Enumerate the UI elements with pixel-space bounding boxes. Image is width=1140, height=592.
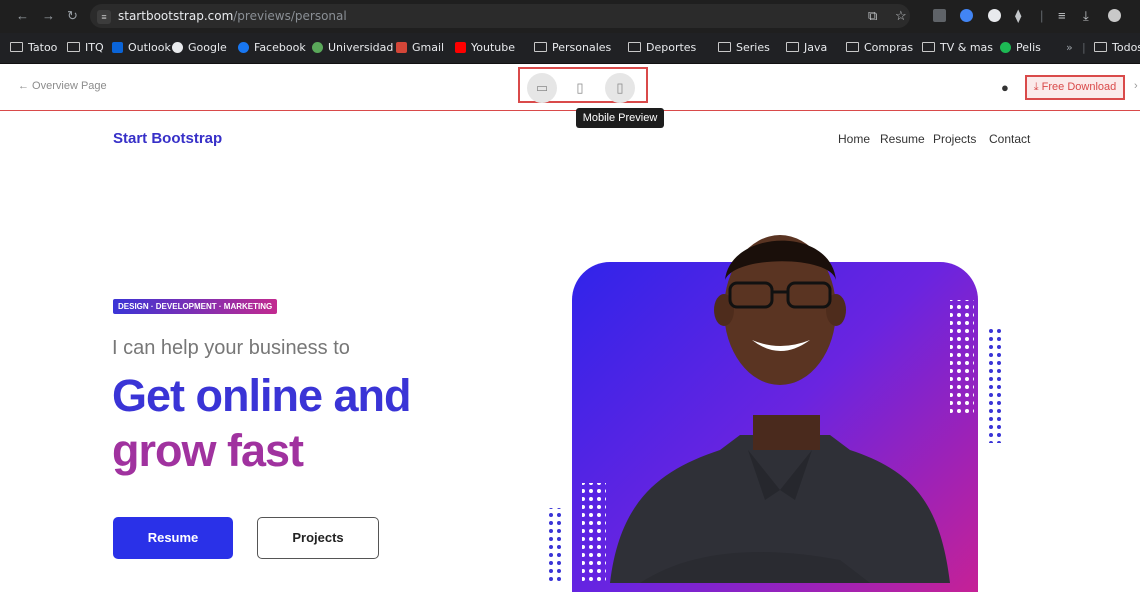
site-info-icon[interactable]: ≡	[97, 10, 111, 24]
dot-pattern	[985, 328, 1001, 443]
tooltip: Mobile Preview	[576, 108, 664, 128]
bookmark-item[interactable]: Compras	[846, 41, 913, 54]
bookmark-item[interactable]: Tatoo	[10, 41, 57, 54]
star-icon[interactable]: ☆	[895, 9, 907, 23]
tablet-icon: ▯	[576, 80, 584, 95]
github-icon[interactable]: ●	[1001, 80, 1009, 95]
url-text[interactable]: startbootstrap.com/previews/personal	[118, 9, 347, 23]
google-icon	[172, 42, 183, 53]
folder-icon	[786, 42, 799, 52]
bookmark-item[interactable]: Java	[786, 41, 827, 54]
resume-button[interactable]: Resume	[113, 517, 233, 559]
mobile-icon: ▯	[616, 80, 624, 95]
folder-icon	[1094, 42, 1107, 52]
folder-icon	[846, 42, 859, 52]
tablet-preview-button[interactable]: ▯	[565, 73, 595, 103]
extension-icon[interactable]	[933, 9, 946, 22]
extension-icon[interactable]	[960, 9, 973, 22]
facebook-icon	[238, 42, 249, 53]
dot-pattern	[582, 483, 606, 583]
nav-contact[interactable]: Contact	[989, 132, 1030, 146]
folder-icon	[628, 42, 641, 52]
separator: |	[1082, 41, 1086, 54]
bookmark-item[interactable]: Deportes	[628, 41, 696, 54]
desktop-icon: ▭	[535, 80, 549, 95]
nav-projects[interactable]: Projects	[933, 132, 976, 146]
headline-line-2: grow fast	[112, 425, 304, 476]
lead-text: I can help your business to	[112, 337, 350, 359]
more-icon[interactable]: ›	[1134, 80, 1138, 92]
bookmark-item[interactable]: Series	[718, 41, 770, 54]
download-icon: ⤓	[1033, 81, 1039, 93]
nav-resume[interactable]: Resume	[880, 132, 925, 146]
youtube-icon	[455, 42, 466, 53]
bookmark-item[interactable]: Pelis	[1000, 41, 1041, 54]
folder-icon	[534, 42, 547, 52]
folder-icon	[10, 42, 23, 52]
separator: |	[1040, 8, 1044, 23]
headline-line-1: Get online and	[112, 370, 412, 421]
person-photo	[610, 235, 950, 583]
bookmark-item[interactable]: Gmail	[396, 41, 444, 54]
profile-icon[interactable]	[1108, 9, 1121, 22]
all-bookmarks-button[interactable]: Todos los favori	[1094, 41, 1140, 54]
projects-button[interactable]: Projects	[257, 517, 379, 559]
pelis-icon	[1000, 42, 1011, 53]
gmail-icon	[396, 42, 407, 53]
extensions-puzzle-icon[interactable]: ⧫	[1015, 9, 1021, 23]
reading-list-icon[interactable]: ≡	[1058, 9, 1066, 23]
bookmark-item[interactable]: Outlook	[112, 41, 171, 54]
dot-pattern	[950, 300, 974, 415]
dot-pattern	[548, 508, 564, 583]
download-icon[interactable]: ⤓	[1083, 9, 1089, 23]
folder-icon	[718, 42, 731, 52]
nav-home[interactable]: Home	[838, 132, 870, 146]
install-icon[interactable]: ⧉	[868, 9, 877, 23]
bookmark-item[interactable]: Personales	[534, 41, 611, 54]
free-download-button[interactable]: ⤓ Free Download	[1025, 75, 1125, 100]
browser-topbar: ← → ↻ ≡ startbootstrap.com/previews/pers…	[0, 0, 1140, 33]
extension-icon[interactable]	[988, 9, 1001, 22]
mobile-preview-button[interactable]: ▯	[605, 73, 635, 103]
more-bookmarks-button[interactable]: »	[1066, 41, 1073, 54]
desktop-preview-button[interactable]: ▭	[527, 73, 557, 103]
bookmark-item[interactable]: TV & mas	[922, 41, 993, 54]
bookmark-item[interactable]: Google	[172, 41, 227, 54]
skills-badge: DESIGN · DEVELOPMENT · MARKETING	[113, 299, 278, 314]
folder-icon	[67, 42, 80, 52]
bookmark-item[interactable]: Facebook	[238, 41, 306, 54]
forward-icon[interactable]: →	[42, 8, 55, 24]
bookmark-item[interactable]: Youtube	[455, 41, 515, 54]
outlook-icon	[112, 42, 123, 53]
folder-icon	[922, 42, 935, 52]
universidad-icon	[312, 42, 323, 53]
back-icon[interactable]: ←	[16, 8, 29, 24]
bookmark-item[interactable]: ITQ	[67, 41, 104, 54]
overview-page-link[interactable]: ← Overview Page	[18, 80, 107, 92]
bookmarks-bar: Tatoo ITQ Outlook Google Facebook Univer…	[0, 33, 1140, 64]
site-brand[interactable]: Start Bootstrap	[113, 130, 222, 147]
bookmark-item[interactable]: Universidad	[312, 41, 393, 54]
hero-illustration	[548, 235, 1001, 583]
reload-icon[interactable]: ↻	[67, 8, 78, 24]
